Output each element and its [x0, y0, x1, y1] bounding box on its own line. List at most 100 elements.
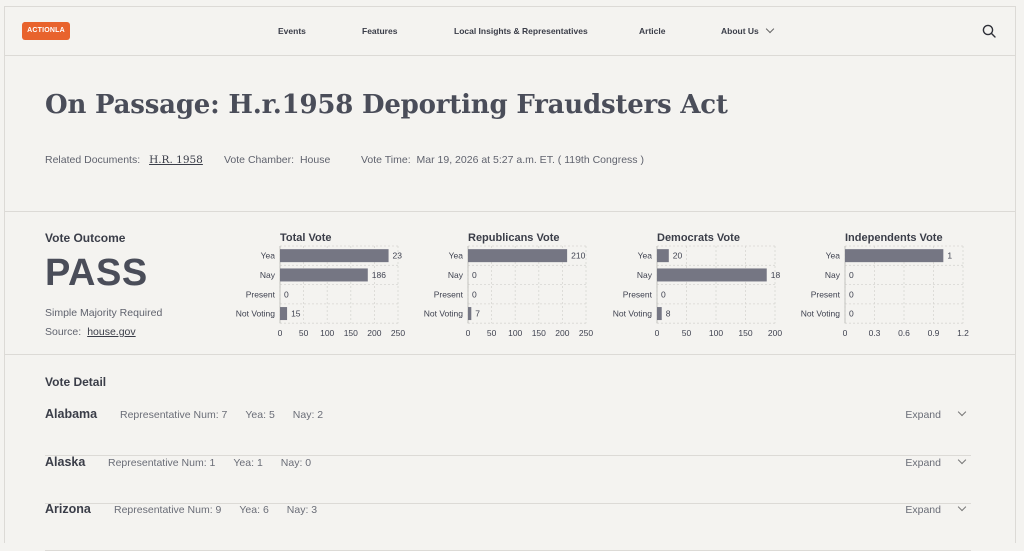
vote-outcome-label: Vote Outcome — [45, 231, 126, 245]
state-name: Arizona — [45, 502, 91, 516]
related-documents: Related Documents: H.R. 1958 — [45, 154, 203, 166]
data-label: 0 — [472, 270, 477, 280]
data-label: 23 — [393, 251, 403, 261]
state-name: Alaska — [45, 455, 86, 469]
source-link[interactable]: house.gov — [87, 326, 135, 338]
state-stats: Representative Num: 9 Yea: 6 Nay: 3 — [114, 504, 335, 516]
nay-count: Nay: 2 — [292, 409, 324, 421]
bar — [657, 268, 767, 282]
y-tick-label: Nay — [260, 270, 276, 280]
expand-button[interactable]: Expand — [905, 457, 941, 469]
skyline-icon — [24, 22, 68, 26]
bar — [280, 249, 389, 263]
x-tick-label: 0.9 — [928, 328, 940, 338]
search-icon[interactable] — [982, 24, 996, 38]
y-tick-label: Nay — [448, 270, 464, 280]
nav-events[interactable]: Events — [278, 26, 306, 36]
chevron-down-icon — [765, 24, 775, 34]
x-tick-label: 250 — [391, 328, 405, 338]
x-tick-label: 100 — [320, 328, 334, 338]
nav-features[interactable]: Features — [362, 26, 397, 36]
expand-button[interactable]: Expand — [905, 504, 941, 516]
bar — [468, 307, 472, 321]
brand-logo[interactable]: ACTIONLA OVA — [22, 22, 70, 40]
data-label: 0 — [284, 289, 289, 299]
chart-title-republicans: Republicans Vote — [468, 232, 560, 244]
x-tick-label: 0 — [655, 328, 660, 338]
x-tick-label: 0.3 — [869, 328, 881, 338]
x-tick-label: 1.2 — [957, 328, 969, 338]
x-tick-label: 0 — [278, 328, 283, 338]
state-row-alabama[interactable]: Alabama Representative Num: 7 Yea: 5 Nay: … — [45, 407, 971, 456]
vote-time: Vote Time: Mar 19, 2026 at 5:27 a.m. ET.… — [361, 154, 644, 166]
total-vote-chart: 0 50 100 150 200 250Yea 23Nay 186Present 0Not Vo… — [236, 245, 405, 338]
chart-title-democrats: Democrats Vote — [657, 232, 740, 244]
x-tick-label: 200 — [367, 328, 381, 338]
x-tick-label: 50 — [299, 328, 309, 338]
democrats-vote-chart: 0 50 100 150 200Yea 20Nay 18Present 0Not Voting… — [613, 245, 782, 338]
state-stats: Representative Num: 1 Yea: 1 Nay: 0 — [108, 457, 329, 469]
state-stats: Representative Num: 7 Yea: 5 Nay: 2 — [120, 409, 341, 421]
related-document-link[interactable]: H.R. 1958 — [149, 154, 203, 166]
data-label: 0 — [849, 270, 854, 280]
y-tick-label: Present — [623, 289, 653, 299]
bar — [657, 249, 669, 263]
bar — [657, 307, 662, 321]
y-tick-label: Not Voting — [801, 309, 840, 319]
chamber-label: Vote Chamber: — [224, 154, 295, 166]
data-label: 0 — [472, 289, 477, 299]
data-label: 15 — [291, 309, 301, 319]
data-label: 18 — [771, 270, 781, 280]
y-tick-label: Not Voting — [236, 309, 275, 319]
data-label: 8 — [666, 309, 671, 319]
x-tick-label: 50 — [682, 328, 692, 338]
x-tick-label: 150 — [738, 328, 752, 338]
data-label: 0 — [849, 309, 854, 319]
state-row-arizona[interactable]: Arizona Representative Num: 9 Yea: 6 Nay: … — [45, 502, 971, 551]
yea-count: Yea: 6 — [239, 504, 269, 516]
y-tick-label: Present — [434, 289, 464, 299]
rep-count: Representative Num: 1 — [108, 457, 216, 469]
data-label: 0 — [849, 289, 854, 299]
chart-title-independents: Independents Vote — [845, 232, 943, 244]
vote-chamber: Vote Chamber: House — [224, 154, 330, 166]
data-label: 20 — [673, 251, 683, 261]
yea-count: Yea: 5 — [245, 409, 275, 421]
chevron-down-icon[interactable] — [957, 407, 967, 417]
x-tick-label: 250 — [579, 328, 593, 338]
y-tick-label: Present — [246, 289, 276, 299]
bar — [280, 268, 368, 282]
nav-local-insights[interactable]: Local Insights & Representatives — [454, 26, 588, 36]
x-tick-label: 0 — [843, 328, 848, 338]
y-tick-label: Yea — [261, 251, 276, 261]
x-tick-label: 0 — [466, 328, 471, 338]
bar — [468, 249, 568, 263]
state-row-alaska[interactable]: Alaska Representative Num: 1 Yea: 1 Nay: 0… — [45, 455, 971, 504]
x-tick-label: 200 — [768, 328, 782, 338]
x-tick-label: 150 — [532, 328, 546, 338]
y-tick-label: Not Voting — [424, 309, 463, 319]
nay-count: Nay: 0 — [280, 457, 312, 469]
x-tick-label: 200 — [555, 328, 569, 338]
data-label: 1 — [947, 251, 952, 261]
y-tick-label: Yea — [638, 251, 653, 261]
bar — [845, 249, 944, 263]
x-tick-label: 50 — [487, 328, 497, 338]
nav-about-us-label: About Us — [721, 26, 759, 36]
source: Source: house.gov — [45, 326, 136, 338]
rep-count: Representative Num: 9 — [114, 504, 222, 516]
nav-about-us[interactable]: About Us — [721, 24, 775, 36]
vote-detail-label: Vote Detail — [45, 375, 107, 389]
republicans-vote-chart: 0 50 100 150 200 250Yea 210Nay 0Present 0Not Vot… — [424, 245, 593, 338]
bar — [280, 307, 288, 321]
chevron-down-icon[interactable] — [957, 502, 967, 512]
related-label: Related Documents: — [45, 154, 141, 166]
section-divider — [4, 211, 1016, 212]
chart-title-total: Total Vote — [280, 232, 332, 244]
page-title: On Passage: H.r.1958 Deporting Fraudster… — [45, 90, 728, 120]
x-tick-label: 100 — [709, 328, 723, 338]
expand-button[interactable]: Expand — [905, 409, 941, 421]
rep-count: Representative Num: 7 — [120, 409, 228, 421]
chevron-down-icon[interactable] — [957, 455, 967, 465]
nav-article[interactable]: Article — [639, 26, 665, 36]
